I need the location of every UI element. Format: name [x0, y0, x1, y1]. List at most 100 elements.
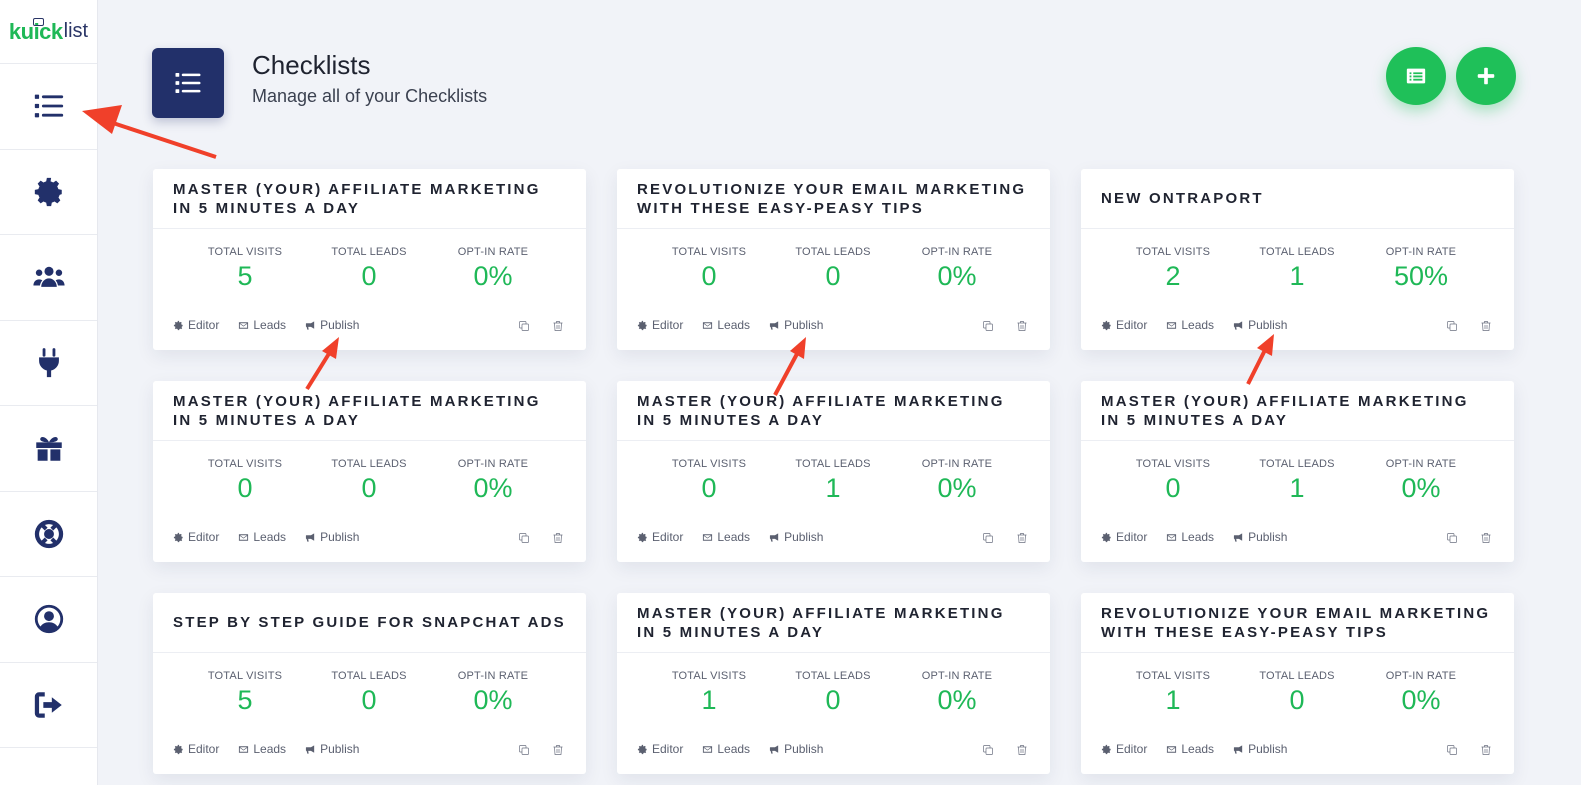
publish-label: Publish — [1248, 318, 1288, 332]
duplicate-button[interactable] — [518, 531, 530, 549]
card-tools — [496, 531, 564, 549]
duplicate-button[interactable] — [1446, 743, 1458, 761]
editor-label: Editor — [652, 530, 684, 544]
page-subtitle: Manage all of your Checklists — [252, 86, 488, 106]
duplicate-button[interactable] — [1446, 531, 1458, 549]
publish-link[interactable]: Publish — [1233, 742, 1287, 756]
stat-value: 50% — [1393, 261, 1449, 291]
stat-total-visits: TOTAL VISITS 0 — [647, 458, 771, 504]
bullhorn-icon — [769, 532, 779, 542]
sidebar-item-checklists[interactable] — [0, 64, 97, 150]
stat-total-leads: TOTAL LEADS 0 — [771, 246, 895, 292]
sidebar-item-logout[interactable] — [0, 663, 97, 748]
publish-link[interactable]: Publish — [305, 318, 359, 332]
duplicate-button[interactable] — [982, 531, 994, 549]
stat-value: 2 — [1165, 261, 1181, 291]
card-title: REVOLUTIONIZE YOUR EMAIL MARKETING WITH … — [617, 169, 1050, 229]
card-tools — [496, 743, 564, 761]
leads-label: Leads — [253, 530, 287, 544]
publish-link[interactable]: Publish — [305, 530, 359, 544]
stat-total-visits: TOTAL VISITS 2 — [1111, 246, 1235, 292]
stat-value: 1 — [1289, 473, 1305, 503]
delete-button[interactable] — [1480, 319, 1492, 337]
publish-link[interactable]: Publish — [769, 742, 823, 756]
card-tools — [960, 319, 1028, 337]
gear-icon — [34, 177, 62, 206]
sidebar-item-users[interactable] — [0, 235, 97, 321]
leads-link[interactable]: Leads — [1166, 742, 1214, 756]
stat-total-leads: TOTAL LEADS 0 — [307, 246, 431, 292]
delete-button[interactable] — [1480, 743, 1492, 761]
bullhorn-icon — [769, 320, 779, 330]
delete-button[interactable] — [552, 531, 564, 549]
publish-link[interactable]: Publish — [1233, 318, 1287, 332]
delete-button[interactable] — [1016, 531, 1028, 549]
editor-link[interactable]: Editor — [173, 742, 219, 756]
stat-value: 0 — [1289, 685, 1305, 715]
editor-link[interactable]: Editor — [1101, 742, 1147, 756]
stat-total-visits: TOTAL VISITS 0 — [1111, 458, 1235, 504]
publish-label: Publish — [784, 318, 824, 332]
stat-value: 0 — [701, 261, 717, 291]
sidebar-item-settings[interactable] — [0, 150, 97, 235]
delete-button[interactable] — [1480, 531, 1492, 549]
leads-link[interactable]: Leads — [1166, 318, 1214, 332]
bullhorn-icon — [769, 744, 779, 754]
checklist-card: MASTER (YOUR) AFFILIATE MARKETING IN 5 M… — [153, 169, 586, 350]
editor-label: Editor — [652, 318, 684, 332]
editor-link[interactable]: Editor — [637, 318, 683, 332]
leads-link[interactable]: Leads — [238, 318, 286, 332]
stat-value: 0 — [237, 473, 253, 503]
card-tools — [496, 319, 564, 337]
leads-link[interactable]: Leads — [238, 530, 286, 544]
editor-link[interactable]: Editor — [1101, 318, 1147, 332]
card-title: MASTER (YOUR) AFFILIATE MARKETING IN 5 M… — [1081, 381, 1514, 441]
duplicate-button[interactable] — [982, 319, 994, 337]
add-checklist-button[interactable] — [1456, 47, 1516, 105]
stat-optin-rate: OPT-IN RATE 0% — [1359, 670, 1483, 716]
sidebar-item-integrations[interactable] — [0, 321, 97, 406]
delete-button[interactable] — [552, 319, 564, 337]
list-view-button[interactable] — [1386, 47, 1446, 105]
leads-link[interactable]: Leads — [1166, 530, 1214, 544]
publish-link[interactable]: Publish — [305, 742, 359, 756]
leads-link[interactable]: Leads — [702, 742, 750, 756]
publish-link[interactable]: Publish — [1233, 530, 1287, 544]
duplicate-button[interactable] — [518, 743, 530, 761]
stat-label: TOTAL VISITS — [207, 246, 283, 258]
sign-out-icon — [34, 692, 62, 718]
publish-link[interactable]: Publish — [769, 318, 823, 332]
leads-link[interactable]: Leads — [702, 530, 750, 544]
card-actions: Editor Leads Publish — [1101, 318, 1306, 332]
stat-label: OPT-IN RATE — [1385, 246, 1457, 258]
card-title: MASTER (YOUR) AFFILIATE MARKETING IN 5 M… — [153, 169, 586, 229]
editor-link[interactable]: Editor — [1101, 530, 1147, 544]
copy-icon — [1447, 745, 1457, 755]
editor-link[interactable]: Editor — [173, 530, 219, 544]
editor-link[interactable]: Editor — [637, 530, 683, 544]
stat-label: TOTAL VISITS — [671, 246, 747, 258]
delete-button[interactable] — [1016, 743, 1028, 761]
stat-value: 0% — [1401, 473, 1441, 503]
editor-link[interactable]: Editor — [173, 318, 219, 332]
leads-link[interactable]: Leads — [702, 318, 750, 332]
sidebar-item-rewards[interactable] — [0, 406, 97, 492]
publish-link[interactable]: Publish — [769, 530, 823, 544]
stat-label: TOTAL LEADS — [1259, 246, 1335, 258]
delete-button[interactable] — [552, 743, 564, 761]
gear-icon — [173, 320, 183, 330]
publish-label: Publish — [784, 742, 824, 756]
editor-link[interactable]: Editor — [637, 742, 683, 756]
duplicate-button[interactable] — [982, 743, 994, 761]
users-icon — [32, 267, 65, 288]
sidebar-item-support[interactable] — [0, 492, 97, 577]
stat-value: 0% — [937, 473, 977, 503]
delete-button[interactable] — [1016, 319, 1028, 337]
leads-link[interactable]: Leads — [238, 742, 286, 756]
logo[interactable]: kuick list — [0, 0, 97, 64]
stat-total-leads: TOTAL LEADS 0 — [771, 670, 895, 716]
envelope-icon — [703, 745, 713, 753]
sidebar-item-account[interactable] — [0, 577, 97, 663]
duplicate-button[interactable] — [518, 319, 530, 337]
duplicate-button[interactable] — [1446, 319, 1458, 337]
